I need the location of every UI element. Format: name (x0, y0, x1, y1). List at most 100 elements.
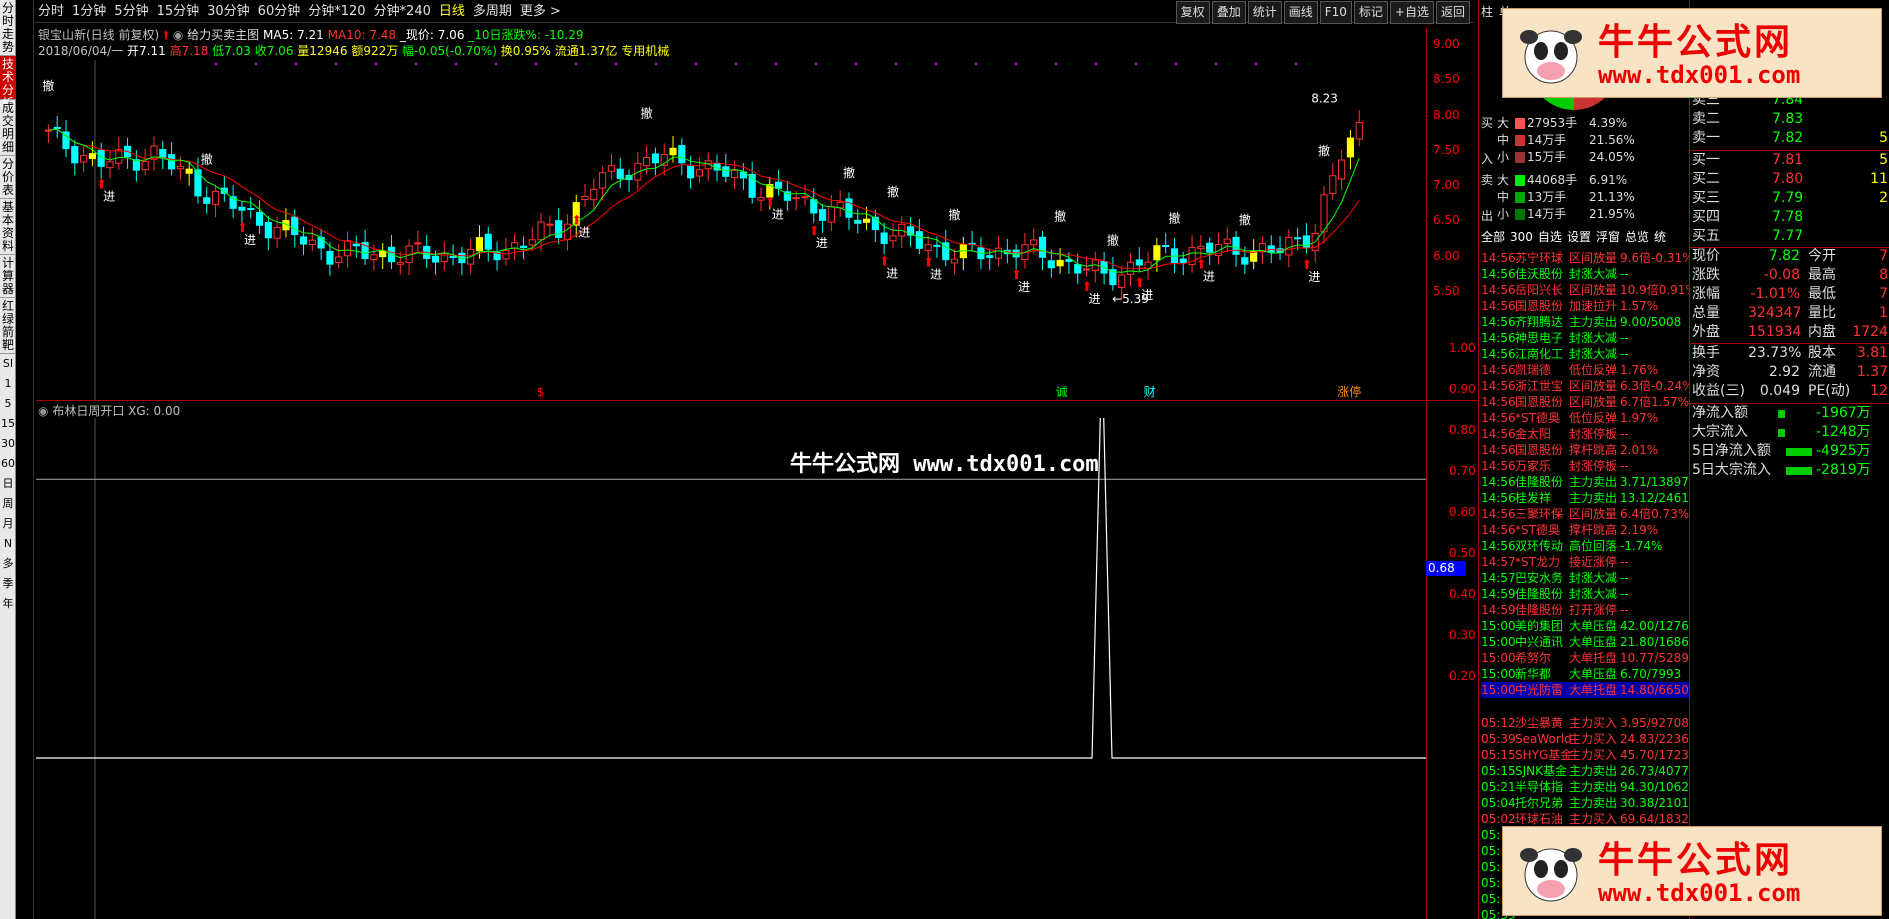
radar-row[interactable]: 14:56 神思电子 封涨大减 -- (1481, 330, 1689, 346)
period-tab[interactable]: 15分钟 (153, 0, 204, 23)
indicator-settings-icon[interactable]: ◉ (173, 28, 183, 42)
radar-row[interactable]: 14:56 浙江世宝 区间放量 6.3倍-0.24% (1481, 378, 1694, 394)
bar-range: 幅-0.05(-0.70%) (402, 44, 497, 58)
radar-tab[interactable]: 设置 (1567, 230, 1591, 244)
period-shortcut[interactable]: 30 (0, 434, 16, 454)
pane-divider[interactable] (36, 400, 1481, 401)
radar-row[interactable]: 14:56 佳沃股份 封涨大减 -- (1481, 266, 1689, 282)
radar-row[interactable]: 05:12 沙尘暴黄 主力买入 3.95/927082 (1481, 715, 1697, 731)
indicator-settings-icon[interactable]: ◉ (38, 404, 48, 418)
left-tab[interactable]: 成交明细 (0, 100, 16, 156)
radar-row[interactable]: 05:15 SJNK基金 主力卖出 26.73/40779 (1481, 763, 1697, 779)
toolbar-button[interactable]: 叠加 (1211, 1, 1246, 24)
radar-row[interactable]: 14:56 凯瑞德 低位反弹 1.76% (1481, 362, 1689, 378)
event-tag[interactable]: 涨停 (1337, 384, 1361, 399)
radar-row[interactable]: 14:56 双环传动 高位回落 -1.74% (1481, 538, 1689, 554)
radar-row[interactable]: 14:56 三聚环保 区间放量 6.4倍0.73% (1481, 506, 1689, 522)
period-shortcut[interactable]: 多 (0, 554, 16, 574)
radar-row[interactable]: 14:56 江南化工 封涨大减 -- (1481, 346, 1689, 362)
flow-tab[interactable]: 柱 (1481, 5, 1493, 19)
period-tab[interactable]: 1分钟 (68, 0, 110, 23)
period-shortcut[interactable]: 月 (0, 514, 16, 534)
toolbar-button[interactable]: 返回 (1435, 1, 1470, 24)
radar-row[interactable]: 15:00 希努尔 大单托盘 10.77/5289 (1481, 650, 1689, 666)
radar-row[interactable]: 14:56 桂发祥 主力卖出 13.12/2461 (1481, 490, 1689, 506)
radar-row[interactable]: 05:02 环球石油 主力买入 69.64/18325 (1481, 811, 1697, 827)
radar-row[interactable]: 05:04 托尔兄弟 主力卖出 30.38/21018 (1481, 795, 1697, 811)
radar-tab[interactable]: 自选 (1538, 230, 1562, 244)
radar-row[interactable]: 14:56 国恩股份 区间放量 6.7倍1.57% (1481, 394, 1689, 410)
event-tag[interactable]: 诚 (1056, 385, 1068, 399)
radar-tab[interactable]: 总览 (1625, 230, 1649, 244)
period-shortcut[interactable]: 5 (0, 394, 16, 414)
toolbar-button[interactable]: F10 (1319, 1, 1352, 24)
period-shortcut[interactable]: N (0, 534, 16, 554)
radar-row[interactable]: 15:00 中兴通讯 大单压盘 21.80/16865 (1481, 634, 1697, 650)
period-shortcut[interactable]: 季 (0, 574, 16, 594)
left-tab[interactable]: 基本资料 (0, 199, 16, 255)
event-tag[interactable]: $ (537, 385, 545, 399)
period-shortcut[interactable]: 15 (0, 414, 16, 434)
radar-tab[interactable]: 浮窗 (1596, 230, 1620, 244)
indicator-name[interactable]: 布林日周开口 (52, 404, 124, 418)
radar-row[interactable]: 14:56 苏宁环球 区间放量 9.6倍-0.31% (1481, 250, 1694, 266)
radar-row[interactable]: 15:00 中光防雷 大单托盘 14.80/6650 (1481, 682, 1689, 698)
period-shortcut[interactable]: 日 (0, 474, 16, 494)
radar-row[interactable]: 14:56 国恩股份 加速拉升 1.57% (1481, 298, 1689, 314)
radar-row[interactable]: 14:56 万家乐 封涨停板 -- (1481, 458, 1689, 474)
price-chart[interactable]: 撤撤撤撤撤撤 撤撤撤 撤撤⬆进⬆进⬆进⬆进⬆进⬆进⬆进 ⬆进 ⬆进⬆进⬆进⬆进8.23←… (36, 60, 1426, 400)
period-tab[interactable]: 多周期 (469, 0, 516, 23)
radar-row[interactable]: 14:56 *ST德奥 撑杆跳高 2.19% (1481, 522, 1689, 538)
radar-row[interactable]: 05:15 SHYG基金 主力买入 45.70/17235 (1481, 747, 1697, 763)
radar-row[interactable]: 14:56 齐翔腾达 主力卖出 9.00/5008 (1481, 314, 1689, 330)
radar-row[interactable]: 14:56 *ST德奥 低位反弹 1.97% (1481, 410, 1689, 426)
period-tab[interactable]: 5分钟 (110, 0, 152, 23)
period-shortcut[interactable]: 60 (0, 454, 16, 474)
flow-pct: 21.13% (1589, 190, 1635, 204)
radar-row[interactable]: 15:00 新华都 大单压盘 6.70/7993 (1481, 666, 1689, 682)
period-tab[interactable]: 30分钟 (203, 0, 254, 23)
radar-row[interactable]: 14:57 巴安水务 封涨大减 -- (1481, 570, 1689, 586)
radar-stock: 齐翔腾达 (1515, 315, 1564, 329)
period-tab[interactable]: 分钟*240 (370, 0, 435, 23)
radar-tab[interactable]: 统 (1654, 230, 1666, 244)
flow-size: 大 (1497, 173, 1510, 187)
flow-size: 中 (1497, 133, 1510, 147)
left-tab[interactable]: 技术分析 (0, 56, 16, 110)
toolbar-button[interactable]: 统计 (1247, 1, 1282, 24)
radar-row[interactable]: 14:56 佳隆股份 主力卖出 3.71/13897 (1481, 474, 1689, 490)
main-indicator-name[interactable]: 给力买卖主图 (187, 28, 259, 42)
left-tab[interactable]: 分时走势 (0, 0, 16, 56)
period-tab[interactable]: 分钟*120 (304, 0, 369, 23)
left-tab[interactable]: 分价表 (0, 156, 16, 199)
period-shortcut[interactable]: SI (0, 354, 16, 374)
radar-tab[interactable]: 全部 (1481, 230, 1505, 244)
period-shortcut[interactable]: 1 (0, 374, 16, 394)
toolbar-button[interactable]: +自选 (1389, 1, 1434, 24)
left-tab[interactable]: 计算器 (0, 255, 16, 298)
period-tab[interactable]: 日线 (435, 0, 469, 23)
period-tab[interactable]: 60分钟 (254, 0, 305, 23)
toolbar-button[interactable]: 标记 (1353, 1, 1388, 24)
radar-row[interactable]: 14:59 佳隆股份 打开涨停 -- (1481, 602, 1689, 618)
period-shortcut[interactable]: 年 (0, 594, 16, 614)
period-tab[interactable]: 分时 (34, 0, 68, 23)
period-shortcut[interactable]: 周 (0, 494, 16, 514)
radar-row[interactable]: 14:56 岳阳兴长 区间放量 10.9倍0.91% (1481, 282, 1697, 298)
radar-row[interactable]: 14:57 *ST龙力 接近涨停 -- (1481, 554, 1689, 570)
radar-tab[interactable]: 300 (1510, 230, 1533, 244)
radar-row[interactable]: 05:21 半导体指 主力卖出 94.30/10629 (1481, 779, 1697, 795)
indicator-chart[interactable] (36, 418, 1426, 919)
radar-row[interactable]: 14:56 金太阳 封涨停板 -- (1481, 426, 1689, 442)
toolbar-button[interactable]: 画线 (1283, 1, 1318, 24)
toolbar-button[interactable]: 复权 (1175, 1, 1210, 24)
period-tab[interactable]: 更多 > (516, 0, 565, 23)
radar-stock: 苏宁环球 (1515, 251, 1564, 265)
radar-row[interactable]: 14:56 国恩股份 撑杆跳高 2.01% (1481, 442, 1689, 458)
radar-row[interactable]: 14:59 佳隆股份 封涨大减 -- (1481, 586, 1689, 602)
stock-name[interactable]: 银宝山新(日线 前复权) (38, 28, 159, 42)
left-tab[interactable]: 红绿箭靶 (0, 298, 16, 354)
radar-row[interactable]: 15:00 美的集团 大单压盘 42.00/1276 (1481, 618, 1689, 634)
radar-row[interactable]: 05:39 SeaWorld 主力买入 24.83/22362 (1481, 731, 1697, 747)
event-tag[interactable]: 财 (1144, 385, 1156, 399)
